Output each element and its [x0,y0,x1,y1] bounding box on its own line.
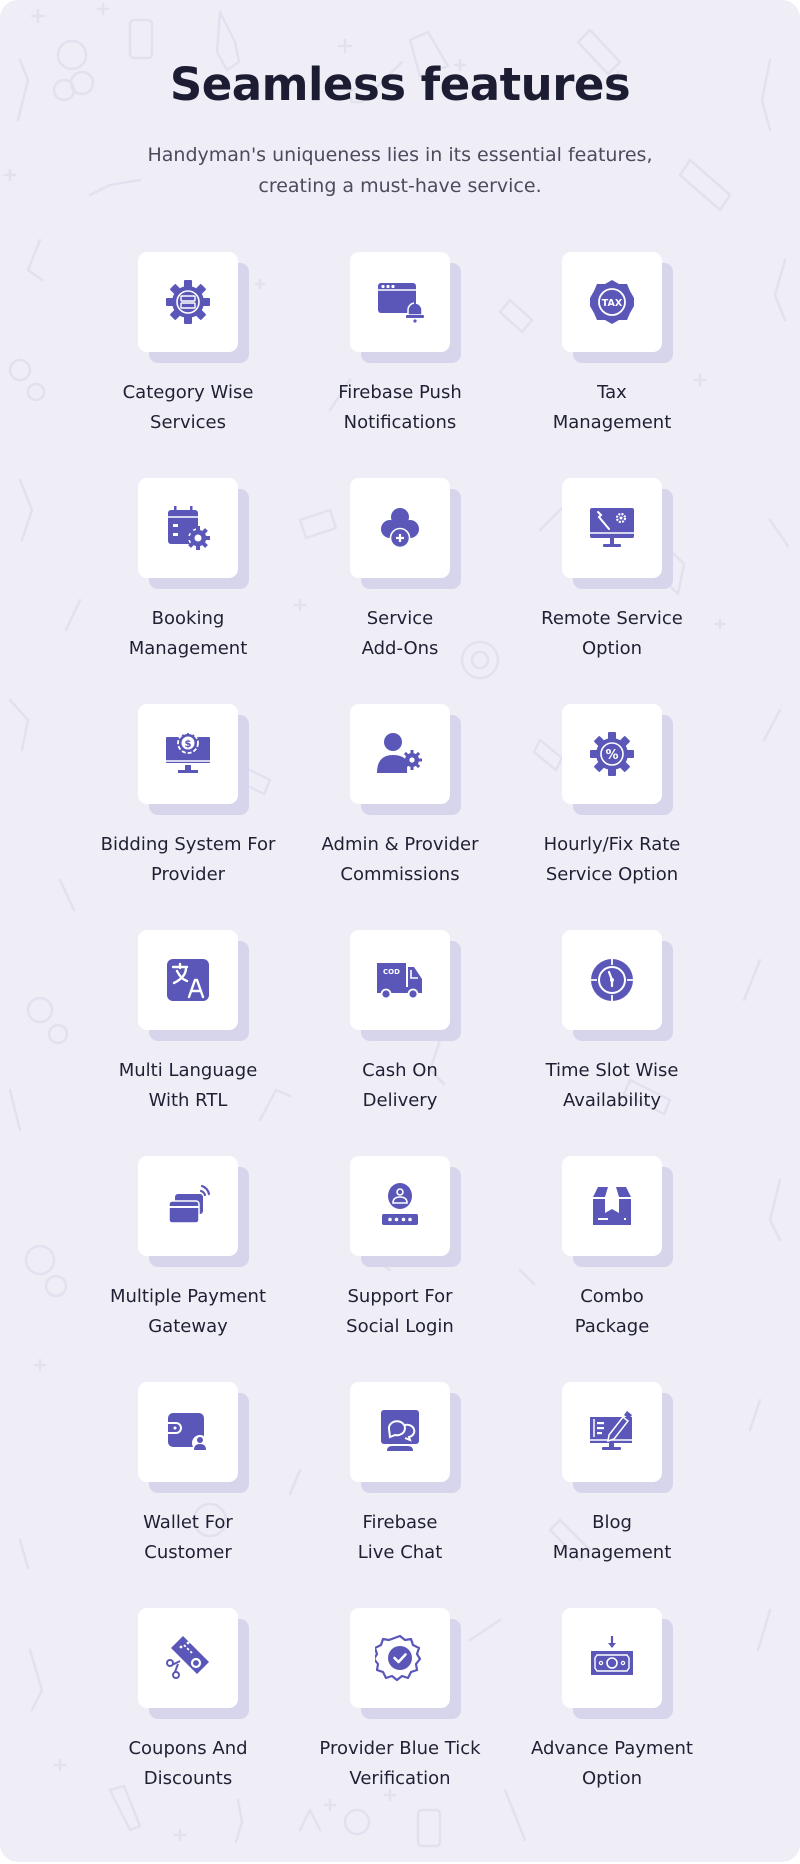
feature-label: Combo Package [574,1286,650,1337]
feature-card [350,1156,461,1267]
feature-card [562,1382,673,1493]
card-face [350,704,450,804]
monitor-tools-icon [590,508,634,547]
feature-bidding-system[interactable]: $ Bidding System For Provider [82,704,294,904]
feature-hourly-fix-rate[interactable]: % Hourly/Fix Rate Service Option [506,704,718,904]
feature-firebase-live-chat[interactable]: Firebase Live Chat [294,1382,506,1582]
feature-multi-language[interactable]: Multi Language With RTL [82,930,294,1130]
svg-text:COD: COD [383,968,400,976]
feature-multiple-payment-gateway[interactable]: Multiple Payment Gateway [82,1156,294,1356]
card-face [350,252,450,352]
feature-card [138,252,249,363]
feature-card: TAX [562,252,673,363]
feature-card [138,1156,249,1267]
card-face: % [562,704,662,804]
card-face [350,478,450,578]
feature-card [138,930,249,1041]
card-face [138,930,238,1030]
card-face [138,1608,238,1708]
feature-admin-provider-commissions[interactable]: Admin & Provider Commissions [294,704,506,904]
calendar-gear-icon [168,506,210,550]
feature-card [138,478,249,589]
feature-card [562,1156,673,1267]
feature-firebase-push-notifications[interactable]: Firebase Push Notifications [294,252,506,452]
feature-card [350,252,461,363]
feature-combo-package[interactable]: Combo Package [506,1156,718,1356]
feature-label: Tax Management [552,382,672,433]
card-face [562,930,662,1030]
feature-label: Time Slot Wise Availability [545,1060,679,1111]
clock-dial-icon [591,959,633,1001]
card-face [138,252,238,352]
card-face: $ [138,704,238,804]
cash-arrow-icon [591,1636,633,1675]
feature-cash-on-delivery[interactable]: COD Cash On Delivery [294,930,506,1130]
browser-bell-icon [378,283,424,323]
svg-text:%: % [605,748,618,763]
cloud-plus-icon [381,508,419,549]
card-face [350,1382,450,1482]
user-login-icon [382,1183,418,1225]
feature-blog-management[interactable]: Blog Management [506,1382,718,1582]
card-face: TAX [562,252,662,352]
card-face [562,1156,662,1256]
svg-text:$: $ [185,739,192,750]
feature-card [562,478,673,589]
feature-label: Advance Payment Option [530,1738,693,1789]
card-face [350,1156,450,1256]
card-face [562,1608,662,1708]
feature-time-slot-wise[interactable]: Time Slot Wise Availability [506,930,718,1130]
gear-category-icon [166,280,210,324]
features-grid: Category Wise Services Firebase Push Not… [0,0,800,1862]
feature-category-wise-services[interactable]: Category Wise Services [82,252,294,452]
feature-provider-blue-tick[interactable]: Provider Blue Tick Verification [294,1608,506,1808]
feature-card [562,1608,673,1719]
package-box-icon [593,1187,631,1225]
verified-badge-icon [375,1634,422,1682]
card-face [562,478,662,578]
feature-remote-service-option[interactable]: Remote Service Option [506,478,718,678]
contactless-card-icon [168,1184,211,1224]
feature-tax-management[interactable]: TAX Tax Management [506,252,718,452]
feature-advance-payment-option[interactable]: Advance Payment Option [506,1608,718,1808]
feature-booking-management[interactable]: Booking Management [82,478,294,678]
feature-card [350,704,461,815]
feature-card [350,1382,461,1493]
monitor-chat-icon [381,1410,419,1451]
feature-card: $ [138,704,249,815]
card-face [138,478,238,578]
card-face [138,1156,238,1256]
card-face [562,1382,662,1482]
gear-percent-icon: % [590,732,634,776]
coupon-scissors-icon [166,1636,209,1679]
translate-icon [167,959,209,1001]
monitor-dollar-icon: $ [166,732,210,773]
feature-card [562,930,673,1041]
feature-card [350,478,461,589]
feature-social-login[interactable]: Support For Social Login [294,1156,506,1356]
feature-coupons-and-discounts[interactable]: Coupons And Discounts [82,1608,294,1808]
feature-card: % [562,704,673,815]
feature-service-add-ons[interactable]: Service Add-Ons [294,478,506,678]
feature-wallet-for-customer[interactable]: Wallet For Customer [82,1382,294,1582]
feature-label: Remote Service Option [541,608,683,659]
cod-truck-icon: COD [377,963,422,1000]
svg-text:TAX: TAX [602,298,623,309]
card-face [138,1382,238,1482]
feature-label: Hourly/Fix Rate Service Option [543,834,681,885]
tax-badge-icon: TAX [590,280,634,324]
monitor-edit-icon [590,1411,632,1450]
feature-card [138,1608,249,1719]
user-gear-icon [377,733,422,773]
feature-card [138,1382,249,1493]
feature-card [350,1608,461,1719]
card-face [350,1608,450,1708]
wallet-user-icon [168,1413,208,1451]
features-section: Seamless features Handyman's uniqueness … [0,0,800,1862]
feature-label: Blog Management [552,1512,672,1563]
feature-card: COD [350,930,461,1041]
card-face: COD [350,930,450,1030]
